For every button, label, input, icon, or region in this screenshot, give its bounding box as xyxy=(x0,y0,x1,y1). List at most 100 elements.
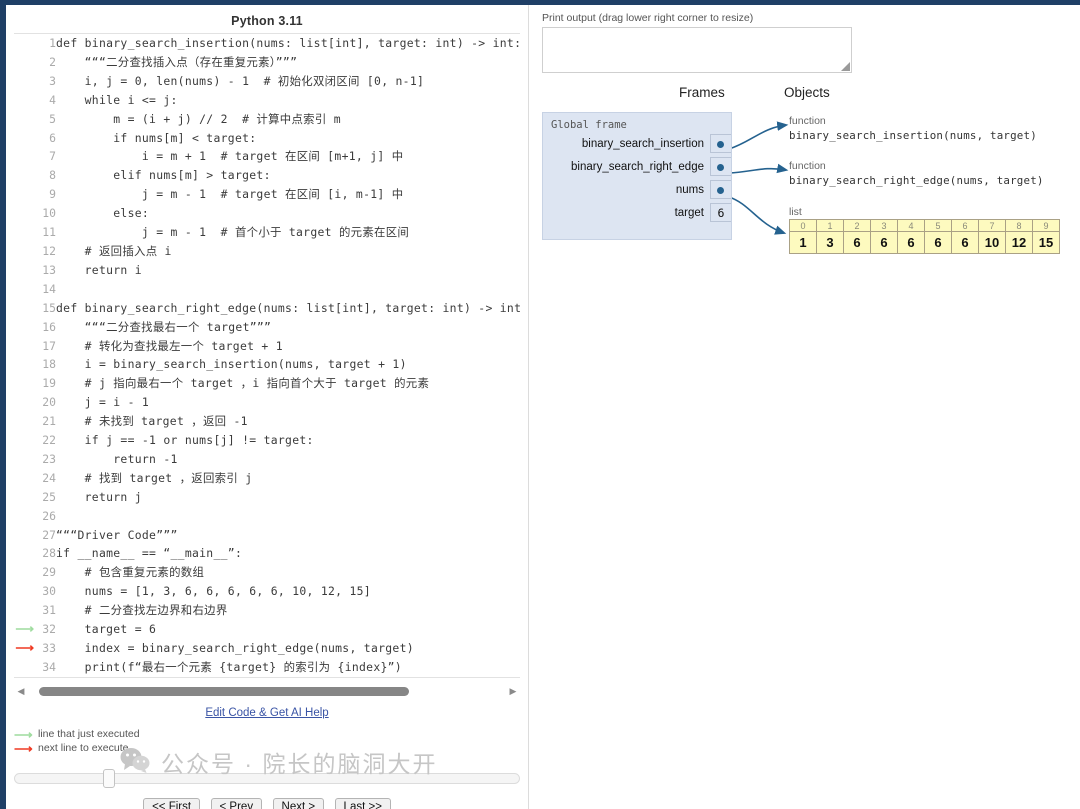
line-number: 23 xyxy=(42,451,56,466)
code-line: 25 return j xyxy=(14,488,520,507)
code-line-text: else: xyxy=(56,206,150,221)
line-number: 29 xyxy=(42,565,56,580)
edit-code-link[interactable]: Edit Code & Get AI Help xyxy=(205,707,328,719)
code-line: 34 print(f“最右一个元素 {target} 的索引为 {index}”… xyxy=(14,658,520,677)
list-value-cell: 1 xyxy=(789,231,817,254)
code-line-text: “““二分查找最右一个 target””” xyxy=(56,319,272,334)
code-line: 3 i, j = 0, len(nums) - 1 # 初始化双闭区间 [0, … xyxy=(14,72,520,91)
legend-label-next-line: next line to execute xyxy=(38,742,129,754)
list-index-cell: 3 xyxy=(870,219,898,232)
next-step-button[interactable]: Next > xyxy=(272,798,325,809)
pythontutor-visualizer: Python 3.11 1 def binary_search_insertion… xyxy=(0,0,1080,809)
first-step-button[interactable]: << First xyxy=(143,798,201,809)
code-line-text: nums = [1, 3, 6, 6, 6, 6, 6, 10, 12, 15] xyxy=(56,584,371,599)
code-line: 4 while i <= j: xyxy=(14,91,520,110)
code-line: 22 if j == -1 or nums[j] != target: xyxy=(14,431,520,450)
line-marker-slot xyxy=(14,601,34,620)
code-line-text: return -1 xyxy=(56,451,178,466)
line-marker-slot xyxy=(14,185,34,204)
line-marker-slot xyxy=(14,147,34,166)
code-line-text: def binary_search_insertion(nums: list[i… xyxy=(56,36,520,50)
code-line: ⟶ 32 target = 6 xyxy=(14,620,520,639)
line-number: 7 xyxy=(49,149,56,164)
list-index-cell: 9 xyxy=(1032,219,1060,232)
code-line-text: “““Driver Code””” xyxy=(56,527,178,542)
line-marker-slot xyxy=(14,242,34,261)
code-line: 16 “““二分查找最右一个 target””” xyxy=(14,318,520,337)
line-marker-slot xyxy=(14,110,34,129)
scrollbar-track[interactable] xyxy=(30,686,504,696)
memory-diagram: Global frame binary_search_insertion bina… xyxy=(536,112,1080,312)
frame-variable-value: 6 xyxy=(710,203,731,222)
list-index-cell: 5 xyxy=(924,219,952,232)
code-line: 9 j = m - 1 # target 在区间 [i, m-1] 中 xyxy=(14,185,520,204)
code-horizontal-scrollbar[interactable]: ◀ ▶ xyxy=(14,684,520,698)
line-marker-slot xyxy=(14,469,34,488)
code-line-text: return i xyxy=(56,262,142,277)
line-marker-slot xyxy=(14,318,34,337)
list-value-cell: 6 xyxy=(897,231,925,254)
code-viewer[interactable]: 1 def binary_search_insertion(nums: list[… xyxy=(14,33,520,678)
watermark: 公众号 · 院长的脑洞大开 xyxy=(120,745,437,779)
line-number: 22 xyxy=(42,433,56,448)
code-line-text: i = binary_search_insertion(nums, target… xyxy=(56,357,407,372)
print-output-box[interactable] xyxy=(542,27,852,73)
resize-grip-icon[interactable] xyxy=(841,62,850,71)
code-line: ⟶ 33 index = binary_search_right_edge(num… xyxy=(14,639,520,658)
code-line-text: index = binary_search_right_edge(nums, t… xyxy=(56,641,414,655)
line-marker-slot xyxy=(14,563,34,582)
visualization-pane: Print output (drag lower right corner to… xyxy=(536,5,1080,809)
code-line-text: # 返回插入点 i xyxy=(56,243,172,258)
code-line: 2 “““二分查找插入点（存在重复元素）””” xyxy=(14,53,520,72)
line-number: 11 xyxy=(42,225,56,240)
line-number: 25 xyxy=(42,489,56,504)
edit-link-row: Edit Code & Get AI Help xyxy=(6,703,528,721)
code-line-text: if nums[m] < target: xyxy=(56,130,257,145)
prev-step-button[interactable]: < Prev xyxy=(210,798,263,809)
line-number: 28 xyxy=(42,546,56,561)
function-signature: binary_search_insertion(nums, target) xyxy=(789,129,1037,142)
object-type-label: function xyxy=(789,115,826,127)
line-number: 16 xyxy=(42,319,56,334)
line-number: 30 xyxy=(42,584,56,599)
line-number: 20 xyxy=(42,395,56,410)
list-index-cell: 8 xyxy=(1005,219,1033,232)
line-marker-slot xyxy=(14,72,34,91)
code-line-text: # 找到 target ，返回索引 j xyxy=(56,470,253,485)
red-arrow-icon: ⟶ xyxy=(14,740,33,756)
line-marker-slot xyxy=(14,34,34,53)
scroll-right-arrow-icon[interactable]: ▶ xyxy=(506,686,520,696)
line-number: 1 xyxy=(49,36,56,50)
list-index-cell: 6 xyxy=(951,219,979,232)
code-line-text: i, j = 0, len(nums) - 1 # 初始化双闭区间 [0, n-… xyxy=(56,73,425,88)
code-line-text: while i <= j: xyxy=(56,92,178,107)
heap-object-function-insertion: function binary_search_insertion(nums, t… xyxy=(789,115,1037,143)
line-number: 19 xyxy=(42,376,56,391)
line-marker-slot xyxy=(14,204,34,223)
code-line-text: m = (i + j) // 2 # 计算中点索引 m xyxy=(56,111,341,126)
list-index-cell: 0 xyxy=(789,219,817,232)
frame-variable-name: binary_search_insertion xyxy=(581,137,704,150)
list-cells-table: 0123456789 1 3 6 6 6 6 6 10 12 15 xyxy=(789,219,1060,254)
line-marker-slot xyxy=(14,658,34,677)
pointer-dot-icon xyxy=(717,141,724,148)
step-slider-handle[interactable] xyxy=(102,769,115,788)
code-line: 14 xyxy=(14,280,520,299)
step-button-group: << First < Prev Next > Last >> xyxy=(6,797,528,809)
list-value-cell: 6 xyxy=(843,231,871,254)
scrollbar-thumb[interactable] xyxy=(39,686,410,696)
last-step-button[interactable]: Last >> xyxy=(334,798,391,809)
line-marker-slot xyxy=(14,507,34,526)
code-line-text: if __name__ == “__main__”: xyxy=(56,546,243,561)
line-number: 14 xyxy=(42,281,56,296)
code-line: 20 j = i - 1 xyxy=(14,393,520,412)
scroll-left-arrow-icon[interactable]: ◀ xyxy=(14,686,28,696)
wechat-icon xyxy=(120,747,150,778)
line-number: 8 xyxy=(49,168,56,183)
print-output-label: Print output (drag lower right corner to… xyxy=(542,12,754,24)
line-marker-slot xyxy=(14,299,34,318)
list-value-cell: 15 xyxy=(1032,231,1060,254)
code-line-text xyxy=(56,507,520,526)
code-line-text: target = 6 xyxy=(56,622,157,637)
global-frame-title: Global frame xyxy=(551,119,627,131)
